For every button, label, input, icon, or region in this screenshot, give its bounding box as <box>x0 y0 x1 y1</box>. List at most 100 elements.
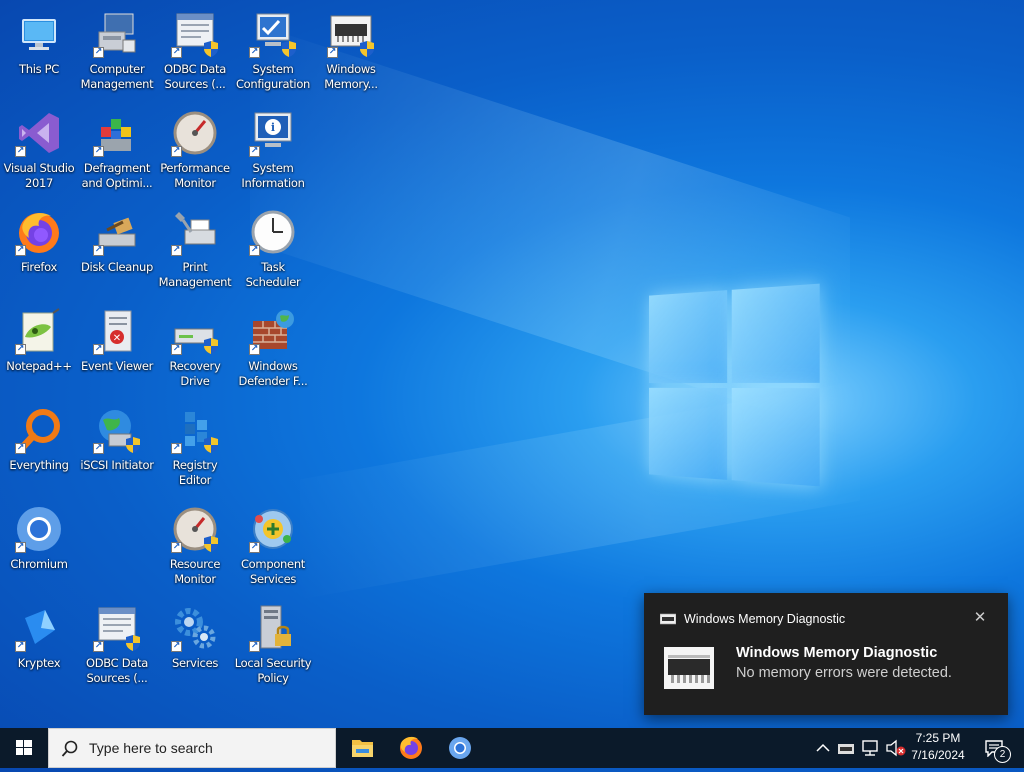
recovery-drive-icon: ↗ <box>171 307 219 355</box>
desktop-icon-system-configuration[interactable]: ↗ System Configuration <box>235 6 311 92</box>
desktop-icon-label: Windows Memory... <box>324 62 378 91</box>
registry-editor-icon: ↗ <box>171 406 219 454</box>
everything-search-icon: ↗ <box>15 406 63 454</box>
action-center-button[interactable]: 2 <box>978 728 1024 768</box>
desktop-icon-label: Disk Cleanup <box>81 260 153 274</box>
desktop-icon-local-security-policy[interactable]: ↗ Local Security Policy <box>235 600 312 686</box>
desktop-icon-resource-monitor[interactable]: ↗ Resource Monitor <box>157 501 233 587</box>
uac-shield-icon <box>126 635 140 651</box>
desktop-icon-windows-memory-diagnostic[interactable]: ↗ Windows Memory... <box>313 6 389 92</box>
uac-shield-icon <box>204 338 218 354</box>
desktop-icon-print-management[interactable]: ↗ Print Management <box>157 204 233 290</box>
taskbar-search-box[interactable]: Type here to search <box>48 728 336 768</box>
desktop-icon-firefox[interactable]: ↗ Firefox <box>1 204 77 275</box>
desktop-icon-component-services[interactable]: ↗ Component Services <box>235 501 311 587</box>
desktop-icon-label: Performance Monitor <box>160 161 230 190</box>
desktop-icon-label: Services <box>171 656 219 670</box>
visual-studio-icon: ↗ <box>15 109 63 157</box>
shortcut-arrow-icon: ↗ <box>15 542 26 553</box>
file-explorer-icon <box>352 740 373 757</box>
shortcut-arrow-icon: ↗ <box>93 245 104 256</box>
desktop-icon-label: System Configuration <box>235 62 311 91</box>
desktop-icon-everything[interactable]: ↗ Everything <box>1 402 77 473</box>
system-configuration-icon: ↗ <box>249 10 297 58</box>
shortcut-arrow-icon: ↗ <box>15 641 26 652</box>
taskbar: Type here to search 7:25 PM 7/16/2024 2 <box>0 728 1024 768</box>
desktop-icon-registry-editor[interactable]: ↗ Registry Editor <box>157 402 233 488</box>
desktop-icon-services[interactable]: ↗ Services <box>157 600 233 671</box>
tray-clock[interactable]: 7:25 PM 7/16/2024 <box>906 731 970 762</box>
defragment-icon: ↗ <box>93 109 141 157</box>
taskbar-firefox[interactable] <box>387 728 435 768</box>
desktop-icon-label: Chromium <box>10 557 68 571</box>
notification-app-name: Windows Memory Diagnostic <box>684 612 846 626</box>
shortcut-arrow-icon: ↗ <box>249 245 260 256</box>
shortcut-arrow-icon: ↗ <box>171 47 182 58</box>
notification-title: Windows Memory Diagnostic <box>736 645 938 661</box>
desktop-icon-label: Registry Editor <box>172 458 218 487</box>
computer-management-icon: ↗ <box>93 10 141 58</box>
memory-chip-icon <box>664 647 714 689</box>
desktop-icon-event-viewer[interactable]: ✕ ↗ Event Viewer <box>79 303 155 374</box>
firefox-icon: ↗ <box>15 208 63 256</box>
shortcut-arrow-icon: ↗ <box>93 47 104 58</box>
tray-memory-diagnostic-icon[interactable] <box>837 741 855 755</box>
shortcut-arrow-icon: ↗ <box>249 641 260 652</box>
taskbar-file-explorer[interactable] <box>338 728 386 768</box>
uac-shield-icon <box>126 437 140 453</box>
tray-time: 7:25 PM <box>915 731 961 745</box>
component-services-icon: ↗ <box>249 505 297 553</box>
notepad-plus-plus-icon: ↗ <box>15 307 63 355</box>
desktop-icon-label: Component Services <box>240 557 306 586</box>
close-icon[interactable]: ✕ <box>972 609 988 625</box>
this-pc-icon <box>15 10 63 58</box>
performance-monitor-icon: ↗ <box>171 109 219 157</box>
shortcut-arrow-icon: ↗ <box>249 146 260 157</box>
desktop-icon-label: Everything <box>9 458 69 472</box>
shortcut-arrow-icon: ↗ <box>15 344 26 355</box>
desktop-icon-label: ODBC Data Sources (... <box>163 62 227 91</box>
desktop-icon-odbc-data-sources-2[interactable]: ↗ ODBC Data Sources (... <box>79 600 155 686</box>
desktop-icon-this-pc[interactable]: This PC <box>1 6 77 77</box>
tray-network-icon[interactable] <box>861 739 881 757</box>
desktop-icon-notepad-plus-plus[interactable]: ↗ Notepad++ <box>1 303 77 374</box>
disk-cleanup-icon: ↗ <box>93 208 141 256</box>
svg-text:✕: ✕ <box>113 333 121 344</box>
uac-shield-icon <box>204 536 218 552</box>
tray-chevron-up-icon[interactable] <box>814 738 832 758</box>
desktop-icon-recovery-drive[interactable]: ↗ Recovery Drive <box>157 303 233 389</box>
desktop-icon-defragment[interactable]: ↗ Defragment and Optimi... <box>79 105 155 191</box>
desktop-icon-label: ODBC Data Sources (... <box>85 656 149 685</box>
desktop-icon-odbc-data-sources-1[interactable]: ↗ ODBC Data Sources (... <box>157 6 233 92</box>
desktop-icon-disk-cleanup[interactable]: ↗ Disk Cleanup <box>79 204 155 275</box>
desktop-icon-task-scheduler[interactable]: ↗ Task Scheduler <box>235 204 311 290</box>
iscsi-initiator-icon: ↗ <box>93 406 141 454</box>
desktop-icon-iscsi-initiator[interactable]: ↗ iSCSI Initiator <box>79 402 155 473</box>
print-management-icon: ↗ <box>171 208 219 256</box>
desktop-icon-visual-studio[interactable]: ↗ Visual Studio 2017 <box>1 105 77 191</box>
tray-volume-muted-icon[interactable] <box>885 739 907 757</box>
shortcut-arrow-icon: ↗ <box>93 443 104 454</box>
desktop-icon-chromium[interactable]: ↗ Chromium <box>1 501 77 572</box>
taskbar-chromium[interactable] <box>436 728 484 768</box>
desktop-icon-system-information[interactable]: i ↗ System Information <box>235 105 311 191</box>
uac-shield-icon <box>204 437 218 453</box>
desktop-icon-label: Print Management <box>158 260 232 289</box>
desktop-icon-windows-defender-firewall[interactable]: ↗ Windows Defender F... <box>235 303 311 389</box>
notification-toast[interactable]: Windows Memory Diagnostic ✕ Windows Memo… <box>644 593 1008 715</box>
desktop-icon-kryptex[interactable]: ↗ Kryptex <box>1 600 77 671</box>
firewall-icon: ↗ <box>249 307 297 355</box>
desktop-icon-label: Defragment and Optimi... <box>81 161 153 190</box>
start-button[interactable] <box>0 728 48 768</box>
desktop-icon-computer-management[interactable]: ↗ Computer Management <box>79 6 155 92</box>
system-information-icon: i ↗ <box>249 109 297 157</box>
desktop-icon-label: iSCSI Initiator <box>80 458 154 472</box>
desktop-icon-performance-monitor[interactable]: ↗ Performance Monitor <box>157 105 233 191</box>
shortcut-arrow-icon: ↗ <box>171 443 182 454</box>
uac-shield-icon <box>204 41 218 57</box>
shortcut-arrow-icon: ↗ <box>171 542 182 553</box>
shortcut-arrow-icon: ↗ <box>249 47 260 58</box>
shortcut-arrow-icon: ↗ <box>171 344 182 355</box>
desktop-icon-label: Computer Management <box>80 62 154 91</box>
memory-chip-icon <box>660 613 676 625</box>
